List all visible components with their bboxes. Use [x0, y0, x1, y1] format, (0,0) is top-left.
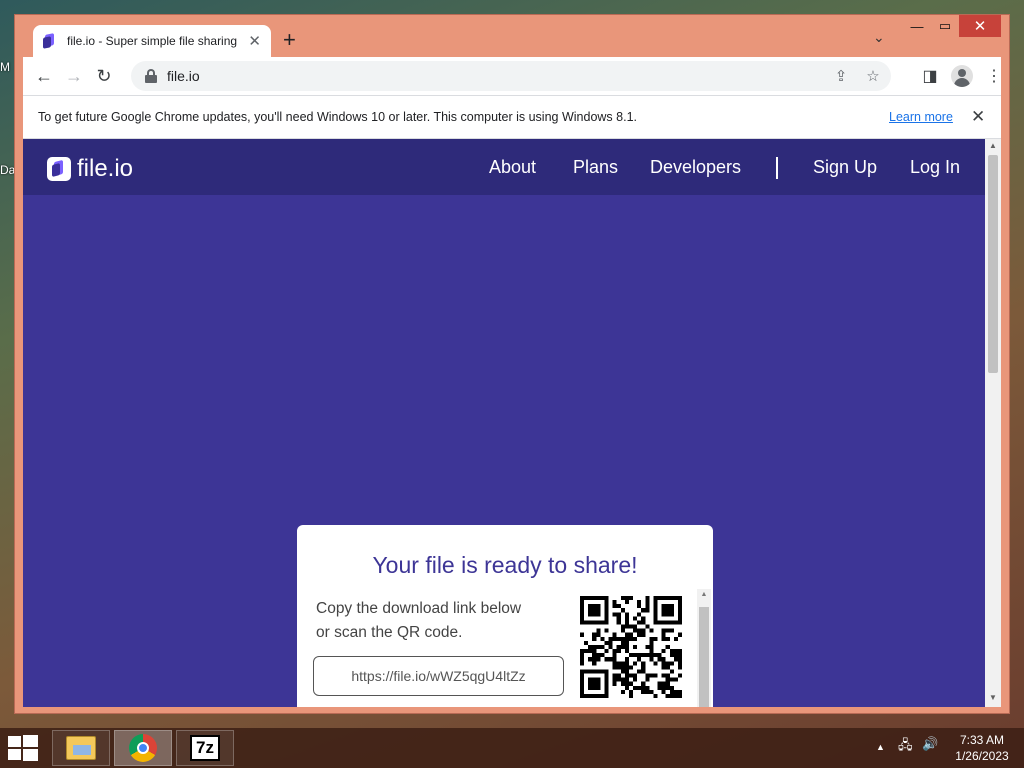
logo-text: file.io: [77, 155, 134, 182]
site-header: file.io About Plans Developers Sign Up L…: [23, 139, 985, 195]
avatar-icon: [951, 65, 973, 87]
scroll-thumb[interactable]: [988, 155, 998, 373]
nav-developers[interactable]: Developers: [650, 157, 741, 178]
scroll-down-icon[interactable]: ▼: [988, 693, 998, 702]
card-line-1: Copy the download link below: [316, 600, 522, 617]
tray-expand-icon[interactable]: ▲: [876, 742, 885, 752]
side-panel-icon[interactable]: ◨: [915, 61, 945, 91]
address-bar[interactable]: file.io ⇪ ☆: [131, 61, 891, 91]
start-logo-icon: [23, 749, 38, 761]
start-logo-icon: [8, 736, 21, 747]
forward-arrow-icon[interactable]: →: [59, 61, 89, 91]
reload-icon[interactable]: ↻: [89, 61, 119, 91]
browser-tab[interactable]: file.io - Super simple file sharing ✕: [33, 25, 271, 57]
qr-code: [580, 596, 682, 698]
tab-close-icon[interactable]: ✕: [248, 32, 261, 50]
taskbar-clock[interactable]: 7:33 AM 1/26/2023: [950, 732, 1014, 764]
clock-date: 1/26/2023: [955, 749, 1009, 763]
scroll-up-icon[interactable]: ▲: [988, 141, 998, 150]
page-viewport: file.io About Plans Developers Sign Up L…: [23, 139, 1001, 707]
back-arrow-icon[interactable]: ←: [29, 61, 59, 91]
card-line-2: or scan the QR code.: [316, 624, 463, 641]
card-heading: Your file is ready to share!: [372, 552, 638, 578]
url-text[interactable]: file.io: [167, 68, 200, 84]
menu-kebab-icon[interactable]: ⋮: [979, 61, 1009, 91]
start-logo-icon: [8, 749, 21, 760]
fileio-favicon-icon: [43, 34, 57, 48]
card-scroll-thumb[interactable]: [699, 607, 709, 707]
card-description: Copy the download link below or scan the…: [316, 597, 566, 645]
volume-icon[interactable]: 🔊: [922, 736, 938, 752]
card-scrollbar[interactable]: ▲: [697, 589, 711, 707]
windows-start-button[interactable]: [8, 735, 38, 761]
nav-plans[interactable]: Plans: [573, 157, 618, 178]
chrome-window: file.io - Super simple file sharing ✕ + …: [14, 14, 1010, 714]
learn-more-link[interactable]: Learn more: [889, 110, 953, 124]
tab-search-chevron-icon[interactable]: ⌄: [873, 29, 885, 46]
title-bar: file.io - Super simple file sharing ✕ + …: [15, 15, 1009, 57]
browser-toolbar: ← → ↻ file.io ⇪ ☆ ◨ ⋮: [23, 57, 1002, 95]
network-icon[interactable]: 🖧: [898, 736, 913, 758]
desktop-icon-label[interactable]: M: [0, 60, 10, 74]
taskbar-7zip[interactable]: 7z: [176, 730, 234, 766]
taskbar-chrome[interactable]: [114, 730, 172, 766]
update-infobar: To get future Google Chrome updates, you…: [23, 95, 1001, 139]
nav-divider: [776, 157, 778, 179]
taskbar-file-explorer[interactable]: [52, 730, 110, 766]
close-window-button[interactable]: ✕: [959, 15, 1001, 37]
start-logo-icon: [23, 735, 38, 747]
clock-time: 7:33 AM: [959, 733, 1005, 747]
minimize-button[interactable]: —: [905, 15, 929, 37]
download-link-field[interactable]: https://file.io/wWZ5qgU4ltZz: [313, 656, 564, 696]
site-logo[interactable]: file.io: [47, 155, 133, 183]
nav-about[interactable]: About: [489, 157, 536, 178]
lock-icon[interactable]: [145, 69, 157, 83]
nav-sign-up[interactable]: Sign Up: [813, 157, 877, 178]
share-icon[interactable]: ⇪: [831, 66, 851, 86]
maximize-button[interactable]: ▭: [933, 15, 957, 37]
bookmark-star-icon[interactable]: ☆: [863, 66, 883, 86]
new-tab-button[interactable]: +: [283, 28, 296, 52]
windows-taskbar: 7z ▲ 🖧 🔊 7:33 AM 1/26/2023: [0, 728, 1024, 768]
nav-log-in[interactable]: Log In: [910, 157, 960, 178]
infobar-message: To get future Google Chrome updates, you…: [38, 110, 637, 124]
card-scroll-up-icon[interactable]: ▲: [699, 591, 709, 598]
seven-zip-icon: 7z: [190, 735, 220, 761]
profile-button[interactable]: [947, 61, 977, 91]
share-card: Your file is ready to share! Copy the do…: [297, 525, 713, 707]
chrome-icon: [129, 734, 157, 762]
fileio-logo-icon: [47, 157, 71, 181]
infobar-close-icon[interactable]: ✕: [971, 107, 985, 127]
page-scrollbar[interactable]: ▲ ▼: [985, 139, 1001, 707]
folder-icon: [66, 736, 96, 760]
tab-title: file.io - Super simple file sharing: [67, 34, 238, 48]
